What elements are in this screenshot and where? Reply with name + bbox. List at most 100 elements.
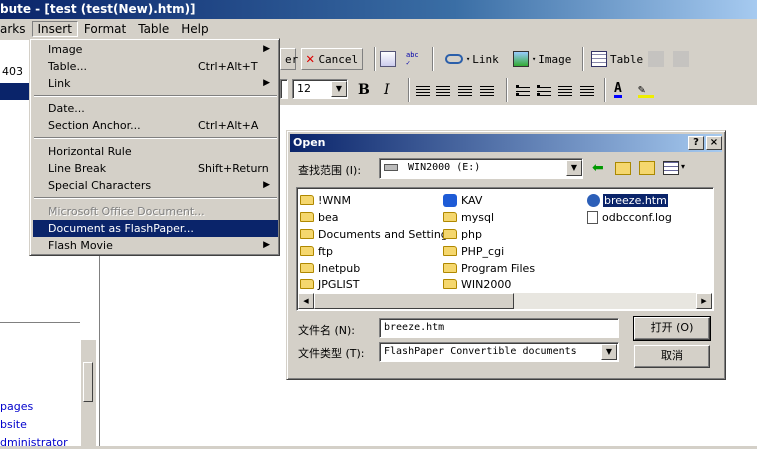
view-menu-icon[interactable] <box>663 161 679 175</box>
insert-menu: Image ▶ Table... Ctrl+Alt+T Link ▶ Date.… <box>29 38 280 256</box>
menu-insert[interactable]: Insert <box>31 21 78 37</box>
font-size-dropdown-icon[interactable]: ▼ <box>331 81 347 97</box>
folder-item[interactable]: Documents and Settings <box>300 226 454 242</box>
text-color-button[interactable]: A <box>614 79 622 101</box>
menu-item-special-characters[interactable]: Special Characters ▶ <box>33 177 278 194</box>
file-item-selected[interactable]: breeze.htm <box>587 192 669 208</box>
highlight-button[interactable]: ✎ <box>638 79 657 101</box>
italic-label: I <box>384 82 390 98</box>
menu-bookmarks[interactable]: arks <box>0 21 32 37</box>
text-file-icon <box>587 210 598 224</box>
properties-button[interactable] <box>380 48 399 70</box>
folder-item[interactable]: php <box>443 226 482 242</box>
table-label: Table <box>610 52 644 66</box>
menu-item-table[interactable]: Table... Ctrl+Alt+T <box>33 58 278 75</box>
folder-item[interactable]: KAV <box>443 192 482 208</box>
indent-button[interactable] <box>580 79 597 101</box>
menu-help[interactable]: Help <box>175 21 214 37</box>
folder-item[interactable]: Program Files <box>443 260 535 276</box>
folder-item[interactable]: JPGLIST <box>300 276 359 292</box>
filename-input[interactable]: breeze.htm <box>379 318 619 338</box>
open-button[interactable]: 打开 (O) <box>633 316 711 341</box>
numbered-list-button[interactable] <box>516 79 533 101</box>
bold-label: B <box>358 82 370 98</box>
image-button[interactable]: ▾ Image <box>513 48 571 70</box>
cancel-toolbar-button[interactable]: ✕ Cancel <box>301 48 364 70</box>
text-color-icon: A <box>614 81 622 98</box>
new-folder-icon[interactable] <box>639 161 655 175</box>
scroll-right-icon[interactable]: ▶ <box>696 293 712 309</box>
outdent-button[interactable] <box>558 79 575 101</box>
toolbar-separator <box>604 78 606 102</box>
partial-button[interactable]: er <box>280 48 298 70</box>
scroll-thumb[interactable] <box>83 362 93 402</box>
numbered-list-icon <box>516 84 530 96</box>
link-button[interactable]: ▾ Link <box>445 48 499 70</box>
scroll-thumb[interactable] <box>314 293 514 309</box>
font-dropdown-end[interactable] <box>280 79 288 99</box>
left-panel-scrollbar[interactable] <box>80 340 96 446</box>
link-dropdown-icon: ▾ <box>466 55 471 63</box>
view-dropdown-icon[interactable]: ▾ <box>681 162 685 171</box>
bold-button[interactable]: B <box>358 79 370 101</box>
folder-item[interactable]: ftp <box>300 243 333 259</box>
filetype-select[interactable]: FlashPaper Convertible documents <box>379 342 619 362</box>
menu-item-date[interactable]: Date... <box>33 100 278 117</box>
file-list-scrollbar[interactable]: ◀ ▶ <box>298 293 712 309</box>
menu-item-image[interactable]: Image ▶ <box>33 41 278 58</box>
justify-button[interactable] <box>480 79 497 101</box>
scroll-left-icon[interactable]: ◀ <box>298 293 314 309</box>
folder-item[interactable]: !WNM <box>300 192 351 208</box>
folder-item[interactable]: bea <box>300 209 339 225</box>
menu-item-horizontal-rule[interactable]: Horizontal Rule <box>33 143 278 160</box>
folder-item[interactable]: mysql <box>443 209 494 225</box>
left-link-administrator[interactable]: dministrator <box>0 436 68 449</box>
menu-separator <box>34 95 277 97</box>
filetype-value: FlashPaper Convertible documents <box>384 346 577 357</box>
align-center-button[interactable] <box>436 79 453 101</box>
cancel-button-label: 取消 <box>661 349 683 362</box>
filename-value: breeze.htm <box>384 322 445 333</box>
back-icon[interactable]: ⬅ <box>592 160 604 176</box>
filetype-dropdown-icon[interactable]: ▼ <box>601 344 617 360</box>
close-button[interactable]: × <box>706 136 722 150</box>
menu-format[interactable]: Format <box>78 21 132 37</box>
file-name: !WNM <box>318 193 352 207</box>
align-right-button[interactable] <box>458 79 475 101</box>
look-in-value: WIN2000 (E:) <box>408 162 481 173</box>
look-in-dropdown-icon[interactable]: ▼ <box>566 160 582 176</box>
menu-table[interactable]: Table <box>132 21 175 37</box>
image-label: Image <box>538 52 572 66</box>
spellcheck-button[interactable]: abc ✓ <box>406 48 425 70</box>
up-folder-icon[interactable] <box>615 162 631 175</box>
file-list[interactable]: !WNM bea Documents and Settings ftp Inet… <box>296 187 714 311</box>
file-name: mysql <box>461 210 494 224</box>
menu-item-shortcut: Ctrl+Alt+A <box>198 119 259 132</box>
menu-item-link[interactable]: Link ▶ <box>33 75 278 92</box>
file-name: php <box>461 227 482 241</box>
folder-icon <box>300 263 314 273</box>
left-panel-selected-row[interactable] <box>0 83 30 100</box>
menu-item-flashpaper[interactable]: Document as FlashPaper... <box>33 220 278 237</box>
insert-row-icon <box>648 51 664 67</box>
look-in-select[interactable]: WIN2000 (E:) <box>379 158 583 179</box>
submenu-arrow-icon: ▶ <box>263 78 270 88</box>
file-item[interactable]: odbcconf.log <box>587 209 672 225</box>
bullet-list-button[interactable] <box>537 79 554 101</box>
left-link-pages[interactable]: pages <box>0 400 33 413</box>
italic-button[interactable]: I <box>384 79 390 101</box>
align-left-button[interactable] <box>416 79 433 101</box>
spellcheck-icon: abc ✓ <box>406 51 419 67</box>
folder-item[interactable]: Inetpub <box>300 260 360 276</box>
folder-item[interactable]: WIN2000 <box>443 276 511 292</box>
menu-item-section-anchor[interactable]: Section Anchor... Ctrl+Alt+A <box>33 117 278 134</box>
table-button[interactable]: Table <box>591 48 643 70</box>
left-link-website[interactable]: bsite <box>0 418 27 431</box>
filetype-label: 文件类型 (T): <box>298 347 365 360</box>
cancel-button[interactable]: 取消 <box>634 345 710 368</box>
menu-item-line-break[interactable]: Line Break Shift+Return <box>33 160 278 177</box>
folder-icon <box>443 229 457 239</box>
menu-item-flash-movie[interactable]: Flash Movie ▶ <box>33 237 278 254</box>
folder-item[interactable]: PHP_cgi <box>443 243 504 259</box>
help-button[interactable]: ? <box>688 136 704 150</box>
